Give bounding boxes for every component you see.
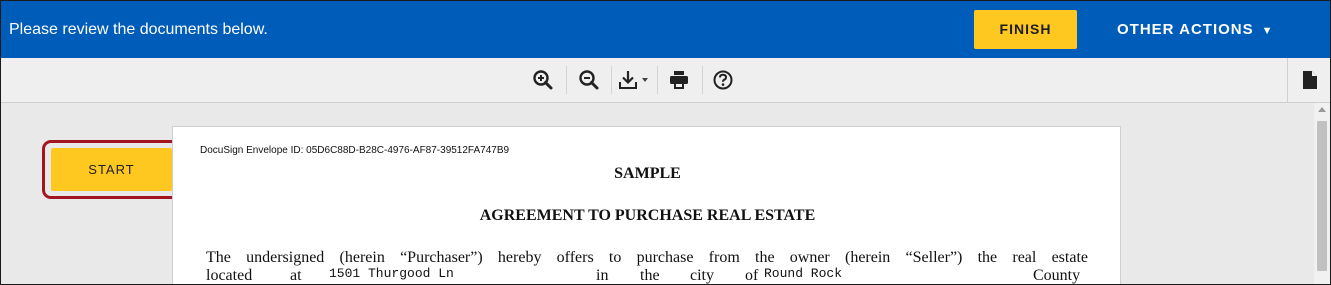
document-toolbar [1, 58, 1330, 103]
envelope-id: DocuSign Envelope ID: 05D6C88D-B28C-4976… [200, 145, 510, 156]
review-message: Please review the documents below. [9, 21, 268, 38]
help-icon[interactable] [710, 67, 736, 93]
document-icon[interactable] [1297, 67, 1323, 93]
other-actions-label: OTHER ACTIONS [1117, 21, 1254, 38]
paragraph-line: The undersigned (herein “Purchaser”) her… [206, 249, 1088, 266]
text-city: city [690, 267, 714, 284]
toolbar-divider [657, 66, 658, 94]
document-page: DocuSign Envelope ID: 05D6C88D-B28C-4976… [172, 126, 1121, 284]
zoom-in-icon[interactable] [530, 67, 556, 93]
vertical-scrollbar[interactable] [1314, 103, 1330, 284]
text-located: located [206, 267, 253, 284]
text-county: County [1033, 267, 1081, 284]
top-bar: Please review the documents below. FINIS… [1, 1, 1330, 58]
scroll-up-arrow-icon[interactable] [1318, 107, 1326, 112]
docusign-window: Please review the documents below. FINIS… [0, 0, 1331, 285]
toolbar-divider [611, 66, 612, 94]
caret-down-icon: ▼ [1261, 25, 1274, 37]
other-actions-menu[interactable]: OTHER ACTIONS ▼ [1117, 10, 1274, 49]
document-title: AGREEMENT TO PURCHASE REAL ESTATE [479, 207, 816, 224]
print-icon[interactable] [666, 67, 692, 93]
text-of: of [745, 267, 759, 284]
text-the: the [640, 267, 660, 284]
scroll-thumb[interactable] [1317, 121, 1327, 271]
finish-button[interactable]: FINISH [974, 10, 1077, 49]
start-button[interactable]: START [51, 148, 172, 191]
zoom-out-icon[interactable] [576, 67, 602, 93]
text-at: at [290, 267, 302, 284]
address-field[interactable]: 1501 Thurgood Ln [329, 266, 454, 281]
text-in: in [596, 267, 609, 284]
toolbar-divider [702, 66, 703, 94]
download-icon[interactable] [617, 67, 653, 93]
toolbar-divider [566, 66, 567, 94]
city-field[interactable]: Round Rock [764, 266, 842, 281]
document-heading: SAMPLE [614, 165, 681, 182]
toolbar-divider [1287, 58, 1288, 102]
document-viewer[interactable]: START DocuSign Envelope ID: 05D6C88D-B28… [1, 103, 1330, 284]
